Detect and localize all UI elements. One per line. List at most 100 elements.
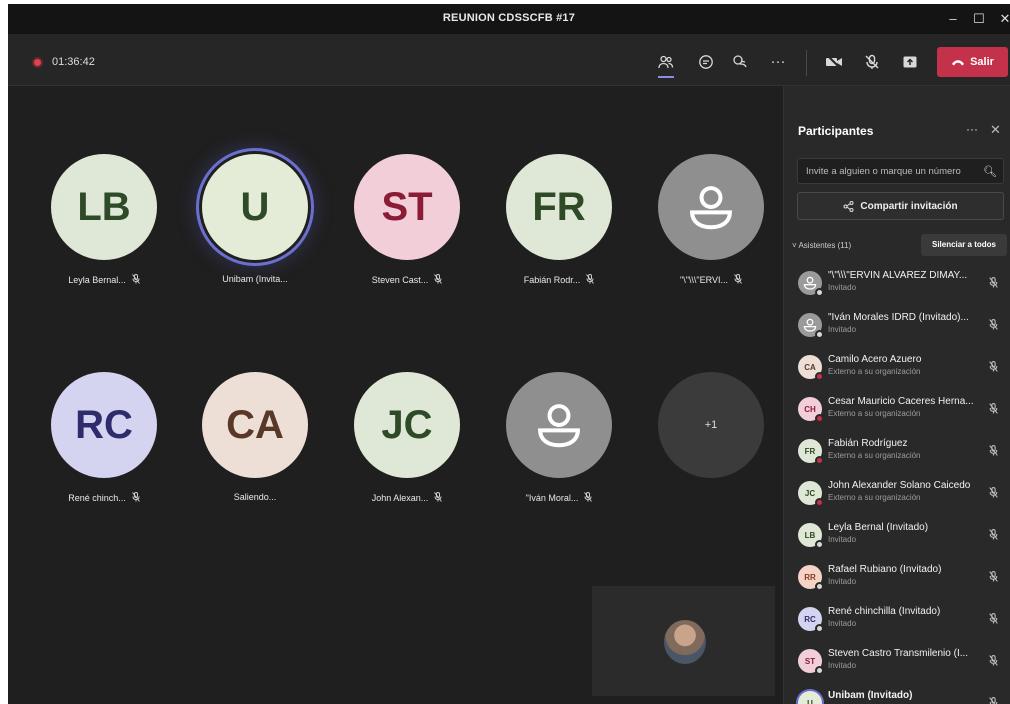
default-avatar-icon: [798, 313, 824, 339]
search-icon: 🔍︎: [983, 166, 997, 178]
tile-name: "\"\\\"ERVI...: [680, 275, 728, 285]
mic-off-icon: [434, 274, 443, 286]
participant-avatar: U: [202, 154, 308, 260]
mic-off-icon: [989, 529, 998, 542]
mic-off-icon: [586, 274, 595, 286]
share-screen-button[interactable]: [896, 48, 924, 76]
tile-name: Leyla Bernal...: [68, 275, 126, 285]
participant-name: Cesar Mauricio Caceres Herna...: [828, 396, 974, 407]
meeting-title: REUNION CDSSCFB #17: [442, 12, 576, 24]
participant-role: Invitado: [828, 661, 857, 670]
overflow-count: +1: [658, 372, 764, 478]
participant-role: Invitado: [828, 535, 857, 544]
participant-role: Invitado: [828, 283, 857, 292]
share-tray-icon: [903, 56, 917, 68]
participant-name: John Alexander Solano Caicedo: [828, 480, 971, 491]
teams-meeting-window: REUNION CDSSCFB #17 – ☐ ✕ 01:36:42 ··· S…: [8, 4, 1010, 704]
invite-search-input[interactable]: Invite a alguien o marque un número 🔍︎: [797, 158, 1004, 184]
participant-avatar: ST: [798, 649, 824, 675]
participant-avatar: LB: [798, 523, 824, 549]
video-tile[interactable]: LB Leyla Bernal...: [29, 154, 179, 286]
presence-status-icon: [815, 666, 824, 675]
chat-icon: [699, 55, 713, 69]
video-tile[interactable]: ST Steven Cast...: [332, 154, 482, 286]
mute-all-button[interactable]: Silenciar a todos: [921, 234, 1007, 256]
participant-row[interactable]: "\"\\\"ERVIN ALVAREZ DIMAY... Invitado: [784, 262, 1010, 304]
participant-avatar: LB: [51, 154, 157, 260]
participant-row[interactable]: ST Steven Castro Transmilenio (I... Invita…: [784, 640, 1010, 682]
mic-off-icon: [989, 613, 998, 626]
participant-row[interactable]: CA Camilo Acero Azuero Externo a su organi…: [784, 346, 1010, 388]
tile-name: Steven Cast...: [371, 275, 429, 285]
share-icon: [843, 200, 854, 212]
tile-name-row: Unibam (Invita...: [180, 274, 330, 284]
participant-row[interactable]: LB Leyla Bernal (Invitado) Invitado: [784, 514, 1010, 556]
participant-name: René chinchilla (Invitado): [828, 606, 941, 617]
participant-avatar: JC: [354, 372, 460, 478]
participant-name: "Iván Morales IDRD (Invitado)...: [828, 312, 969, 323]
video-tile[interactable]: FR Fabián Rodr...: [484, 154, 634, 286]
mic-off-icon: [989, 445, 998, 458]
video-tile[interactable]: U Unibam (Invita...: [180, 154, 330, 284]
video-tile[interactable]: JC John Alexan...: [332, 372, 482, 504]
attendees-section-header[interactable]: ˅ Asistentes (11): [792, 241, 851, 250]
participant-role: Invitado: [828, 619, 857, 628]
tile-name: René chinch...: [68, 493, 126, 503]
participant-initials: CH: [804, 404, 816, 414]
participant-role: Externo a su organización: [828, 367, 921, 376]
video-tile[interactable]: "Iván Moral...: [484, 372, 634, 504]
tile-name: John Alexan...: [371, 493, 429, 503]
tile-name-row: John Alexan...: [332, 492, 482, 504]
minimize-button[interactable]: –: [940, 9, 966, 29]
participant-name: Unibam (Invitado): [828, 690, 913, 701]
participant-avatar: RC: [51, 372, 157, 478]
people-icon: [658, 55, 674, 69]
participant-row[interactable]: FR Fabián Rodríguez Externo a su organizac…: [784, 430, 1010, 472]
participants-toggle[interactable]: [652, 48, 680, 78]
video-tile[interactable]: +1: [636, 372, 786, 478]
share-invite-button[interactable]: Compartir invitación: [797, 192, 1004, 220]
camera-toggle[interactable]: [820, 48, 848, 76]
self-video-preview[interactable]: [592, 586, 775, 696]
mic-off-icon: [584, 492, 593, 504]
participant-initials: CA: [804, 362, 816, 372]
presence-status-icon: [815, 414, 824, 423]
video-tile[interactable]: RC René chinch...: [29, 372, 179, 504]
participant-initials: LB: [804, 530, 816, 540]
mic-off-icon: [989, 697, 998, 704]
close-window-button[interactable]: ✕: [992, 9, 1010, 29]
participant-row[interactable]: RC René chinchilla (Invitado) Invitado: [784, 598, 1010, 640]
presence-status-icon: [815, 624, 824, 633]
participant-row[interactable]: CH Cesar Mauricio Caceres Herna... Externo…: [784, 388, 1010, 430]
video-tile[interactable]: "\"\\\"ERVI...: [636, 154, 786, 286]
participant-row[interactable]: "Iván Morales IDRD (Invitado)... Invitado: [784, 304, 1010, 346]
tile-name-row: Steven Cast...: [332, 274, 482, 286]
participant-avatar: RC: [798, 607, 824, 633]
participants-panel: Participantes ··· ✕ Invite a alguien o m…: [783, 86, 1010, 704]
panel-more-button[interactable]: ···: [966, 122, 978, 136]
participant-name: Rafael Rubiano (Invitado): [828, 564, 942, 575]
participant-row[interactable]: U Unibam (Invitado): [784, 682, 1010, 704]
self-video-face: [664, 620, 706, 664]
participant-row[interactable]: JC John Alexander Solano Caicedo Externo a…: [784, 472, 1010, 514]
chat-toggle[interactable]: [692, 48, 720, 76]
leave-button[interactable]: Salir: [937, 47, 1008, 77]
mic-off-icon: [131, 492, 140, 504]
tile-name: Unibam (Invita...: [222, 274, 288, 284]
participant-name: "\"\\\"ERVIN ALVAREZ DIMAY...: [828, 270, 968, 281]
reactions-toggle[interactable]: [726, 48, 754, 76]
more-actions-button[interactable]: ···: [764, 48, 792, 76]
panel-title: Participantes: [798, 124, 874, 138]
mic-toggle[interactable]: [858, 48, 886, 76]
video-tile[interactable]: CA Saliendo...: [180, 372, 330, 502]
participant-avatar: U: [798, 691, 822, 704]
panel-close-button[interactable]: ✕: [990, 122, 1001, 138]
participant-row[interactable]: RR Rafael Rubiano (Invitado) Invitado: [784, 556, 1010, 598]
tile-name-row: Saliendo...: [180, 492, 330, 502]
mic-off-icon: [865, 54, 879, 69]
participant-name: Fabián Rodríguez: [828, 438, 908, 449]
maximize-button[interactable]: ☐: [966, 9, 992, 29]
presence-status-icon: [815, 582, 824, 591]
camera-off-icon: [826, 54, 842, 70]
toolbar-divider: [806, 50, 807, 76]
